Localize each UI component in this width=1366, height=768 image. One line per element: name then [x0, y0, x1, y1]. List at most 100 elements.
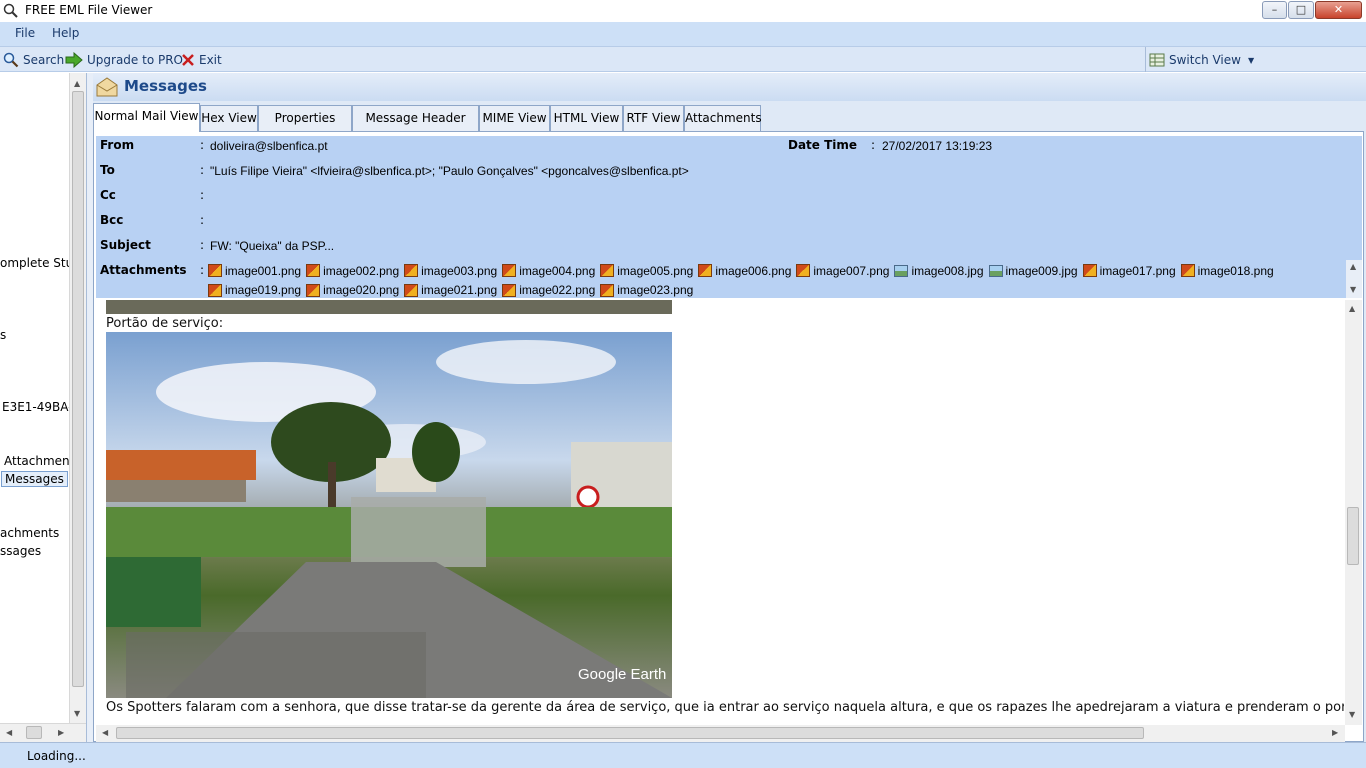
attachment-item[interactable]: image004.png [502, 261, 595, 280]
attachment-item[interactable]: image019.png [208, 281, 301, 300]
tab-attachments[interactable]: Attachments [684, 105, 762, 131]
colon: : [871, 138, 876, 152]
subject-row: Subject : FW: "Queixa" da PSP... [96, 238, 1362, 258]
attachment-item[interactable]: image003.png [404, 261, 497, 280]
body-caption: Portão de serviço: [106, 316, 224, 331]
tab-hex-view[interactable]: Hex View [200, 105, 258, 131]
search-icon [3, 52, 19, 68]
body-horizontal-scrollbar[interactable]: ◀ ▶ [96, 725, 1345, 742]
tab-normal-mail-view[interactable]: Normal Mail View [93, 103, 200, 132]
attachment-item[interactable]: image008.jpg [894, 262, 984, 281]
search-label: Search [23, 53, 65, 67]
scroll-down-icon[interactable]: ▼ [74, 709, 80, 718]
png-file-icon [306, 264, 321, 277]
attachment-item[interactable]: image005.png [600, 261, 693, 280]
tree-item[interactable]: achments [0, 526, 59, 540]
date-value: 27/02/2017 13:19:23 [882, 139, 993, 153]
attachment-name: image003.png [421, 263, 498, 278]
upgrade-button[interactable]: Upgrade to PRO [65, 51, 183, 69]
body-vertical-scrollbar[interactable]: ▲ ▼ [1345, 300, 1362, 725]
jpg-file-icon [894, 265, 909, 277]
street-view-image: Google Earth [106, 340, 672, 698]
app-search-icon [3, 3, 18, 18]
scroll-up-icon[interactable]: ▲ [1350, 262, 1356, 271]
tab-message-header-view[interactable]: Message Header View [352, 105, 479, 149]
png-file-icon [502, 283, 517, 297]
tree-item[interactable]: ssages [0, 544, 41, 558]
exit-button[interactable]: Exit [181, 51, 222, 69]
messages-title: Messages [124, 77, 207, 95]
png-file-icon [698, 264, 713, 277]
title-bar: FREE EML File Viewer – □ ✕ [0, 0, 1366, 22]
attachment-item[interactable]: image002.png [306, 261, 399, 280]
tree-vertical-scrollbar[interactable]: ▲ ▼ [69, 73, 86, 723]
tree-item-messages[interactable]: Messages [1, 471, 68, 487]
scroll-left-icon[interactable]: ◀ [6, 728, 12, 737]
png-file-icon [1082, 264, 1097, 277]
scroll-left-icon[interactable]: ◀ [102, 728, 108, 737]
tab-mime-view[interactable]: MIME View [479, 105, 550, 131]
envelope-icon [96, 77, 118, 97]
colon: : [200, 138, 205, 152]
grid-view-icon [1149, 53, 1165, 67]
scroll-up-icon[interactable]: ▲ [74, 79, 80, 88]
attachment-name: image004.png [519, 263, 596, 278]
body-paragraph: Os Spotters falaram com a senhora, que d… [106, 700, 1344, 715]
arrow-right-icon [65, 52, 83, 68]
to-row: To : "Luís Filipe Vieira" <lfvieira@slbe… [96, 163, 1362, 183]
colon: : [200, 163, 205, 177]
png-file-icon [600, 283, 615, 297]
attachment-item[interactable]: image023.png [600, 281, 693, 300]
attachment-name: image019.png [225, 283, 302, 297]
scroll-right-icon[interactable]: ▶ [58, 728, 64, 737]
jpg-file-icon [988, 265, 1003, 277]
scroll-thumb[interactable] [72, 91, 84, 687]
switch-view-label: Switch View [1169, 53, 1241, 67]
attachment-item[interactable]: image009.jpg [988, 262, 1078, 281]
scroll-down-icon[interactable]: ▼ [1350, 285, 1356, 294]
scroll-up-icon[interactable]: ▲ [1349, 304, 1355, 313]
switch-view-dropdown[interactable]: Switch View ▼ [1145, 47, 1366, 72]
attachment-name: image002.png [323, 263, 400, 278]
status-text: Loading... [27, 749, 86, 763]
attachment-name: image005.png [617, 263, 694, 278]
tab-properties-view[interactable]: Properties View [258, 105, 352, 149]
attachment-item[interactable]: image017.png [1082, 261, 1176, 280]
google-earth-watermark: Google Earth [578, 666, 666, 683]
email-headers: From : doliveira@slbenfica.pt Date Time … [96, 136, 1362, 298]
tab-html-view[interactable]: HTML View [550, 105, 623, 131]
to-value: "Luís Filipe Vieira" <lfvieira@slbenfica… [210, 164, 689, 178]
scroll-right-icon[interactable]: ▶ [1332, 728, 1338, 737]
from-row: From : doliveira@slbenfica.pt Date Time … [96, 138, 1362, 158]
attachments-row: Attachments : [96, 263, 206, 283]
attachment-item[interactable]: image021.png [404, 281, 497, 300]
png-file-icon [306, 283, 321, 297]
png-file-icon [404, 283, 419, 297]
tab-rtf-view[interactable]: RTF View [623, 105, 684, 131]
search-button[interactable]: Search [3, 51, 64, 69]
attachment-item[interactable]: image006.png [698, 261, 791, 280]
scroll-thumb[interactable] [1347, 507, 1359, 565]
attachment-name: image001.png [225, 263, 302, 278]
attachment-item[interactable]: image018.png [1180, 261, 1274, 280]
maximize-button[interactable]: □ [1288, 1, 1314, 19]
messages-header: Messages [93, 73, 1366, 101]
scroll-thumb[interactable] [116, 727, 1144, 739]
tree-item-attachment[interactable]: Attachment [4, 454, 74, 468]
upgrade-label: Upgrade to PRO [87, 53, 183, 67]
attachments-scrollbar[interactable]: ▲ ▼ [1346, 260, 1362, 298]
menu-file[interactable]: File [15, 26, 35, 40]
minimize-button[interactable]: – [1262, 1, 1287, 19]
attachment-item[interactable]: image020.png [306, 281, 399, 300]
close-button[interactable]: ✕ [1315, 1, 1362, 19]
message-pane: Messages Normal Mail View Hex View Prope… [93, 73, 1366, 742]
scroll-down-icon[interactable]: ▼ [1349, 710, 1355, 719]
menu-help[interactable]: Help [52, 26, 79, 40]
tree-horizontal-scrollbar[interactable]: ◀ ▶ [0, 723, 86, 742]
attachment-name: image023.png [617, 283, 694, 297]
attachment-item[interactable]: image001.png [208, 261, 301, 280]
attachment-item[interactable]: image022.png [502, 281, 595, 300]
tree-item[interactable]: s [0, 328, 6, 342]
scroll-thumb[interactable] [26, 726, 42, 739]
attachment-item[interactable]: image007.png [796, 261, 889, 280]
